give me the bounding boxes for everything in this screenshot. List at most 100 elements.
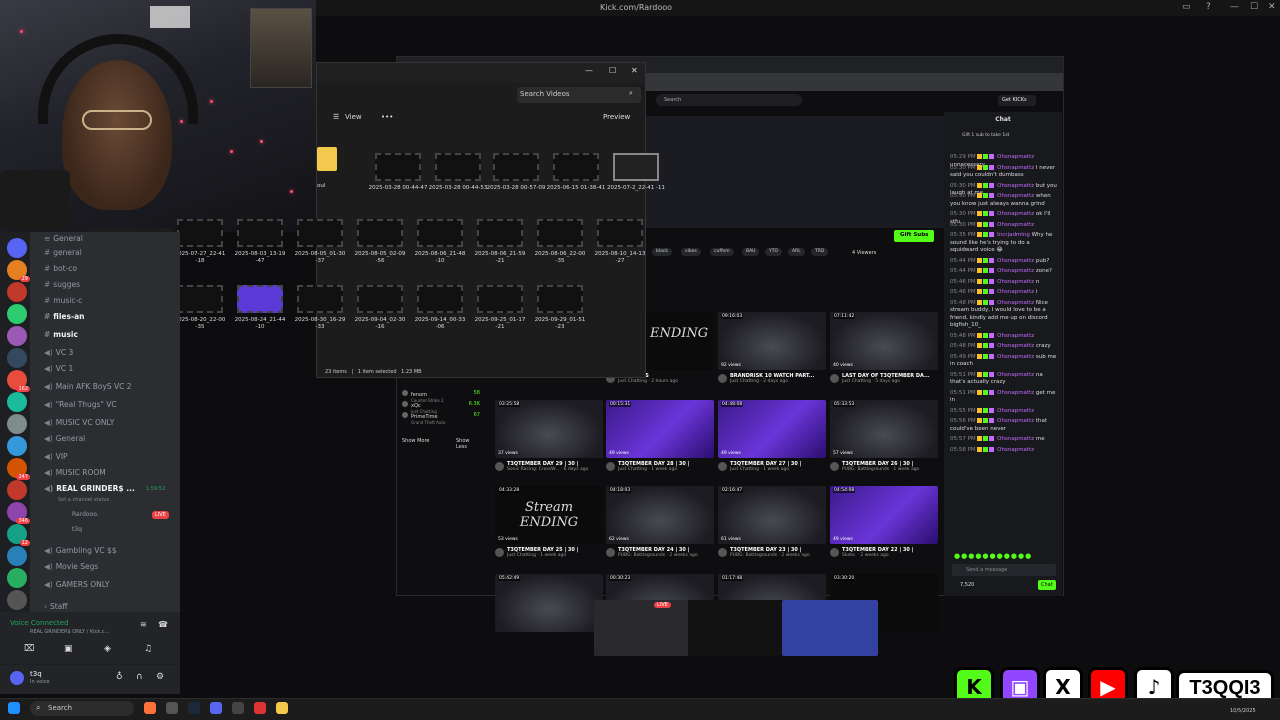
file-thumbnail[interactable] xyxy=(435,153,481,181)
file-thumbnail[interactable] xyxy=(477,285,523,313)
stream-tag[interactable]: TRD xyxy=(811,248,829,256)
chat-username[interactable]: Ohsnapmattz xyxy=(995,372,1034,378)
vod-thumbnail[interactable]: 04:18:03 62 views xyxy=(606,486,714,544)
server-icon[interactable] xyxy=(7,282,27,302)
file-thumbnail[interactable] xyxy=(297,219,343,247)
stream-tag[interactable]: vibes xyxy=(681,248,701,256)
sidebar-channel[interactable]: PrimeTime 67 Grand Theft Auto xyxy=(402,412,482,425)
vod-card[interactable]: 05:33:53 57 views T3QTEMBER DAY 26 | 30 | P… xyxy=(830,400,938,472)
server-icon[interactable] xyxy=(7,568,27,588)
vod-thumbnail[interactable]: 03:25:58 37 views xyxy=(495,400,603,458)
file-thumbnail[interactable] xyxy=(417,219,463,247)
server-icon[interactable] xyxy=(7,348,27,368)
chat-username[interactable]: Incrjadming xyxy=(995,232,1030,238)
channel-music-vc-only[interactable]: ◀) MUSIC VC ONLY xyxy=(44,418,114,427)
minimize-icon[interactable]: — xyxy=(1230,2,1239,12)
windows-start-icon[interactable] xyxy=(8,702,20,714)
cast-icon[interactable]: ▭ xyxy=(1182,2,1191,12)
preview-thumbnail-2[interactable] xyxy=(688,600,784,656)
chat-send-button[interactable]: Chat xyxy=(1038,580,1056,590)
vod-thumbnail[interactable]: 02:16:47 61 views xyxy=(718,486,826,544)
channel-general[interactable]: ≡ General xyxy=(44,234,83,243)
vod-card[interactable]: 02:16:47 61 views T3QTEMBER DAY 23 | 30 | P… xyxy=(718,486,826,558)
channel-sugges[interactable]: # sugges xyxy=(44,280,80,289)
avatar[interactable] xyxy=(10,671,24,685)
gift-subs-button[interactable]: Gift Subs xyxy=(894,230,934,242)
chat-username[interactable]: Ohsnapmattz xyxy=(995,154,1034,160)
file-thumbnail[interactable] xyxy=(477,219,523,247)
chat-username[interactable]: Ohsnapmattz xyxy=(995,268,1034,274)
explorer-minimize-icon[interactable]: — xyxy=(585,66,593,75)
activity-icon[interactable]: ◈ xyxy=(104,644,111,654)
firefox-icon[interactable] xyxy=(144,702,156,714)
channel-real-thugs-vc[interactable]: ◀) "Real Thugs" VC xyxy=(44,400,117,409)
chat-username[interactable]: Ohsnapmattz xyxy=(995,300,1034,306)
file-thumbnail[interactable] xyxy=(537,285,583,313)
stream-tag[interactable]: cuffem xyxy=(710,248,734,256)
vod-thumbnail[interactable]: 05:33:53 57 views xyxy=(830,400,938,458)
chat-username[interactable]: Ohsnapmattz xyxy=(995,183,1034,189)
chat-username[interactable]: Ohsnapmattz xyxy=(995,193,1034,199)
channel-staff[interactable]: › Staff xyxy=(44,602,67,611)
channel-gambling-vc[interactable]: ◀) Gambling VC $$ xyxy=(44,546,117,555)
file-thumbnail[interactable] xyxy=(613,153,659,181)
stream-tag[interactable]: BAU xyxy=(742,248,760,256)
file-thumbnail[interactable] xyxy=(237,219,283,247)
server-icon[interactable]: 29 xyxy=(7,260,30,282)
chat-username[interactable]: Ohsnapmattz xyxy=(995,279,1034,285)
username[interactable]: t3q xyxy=(30,670,42,678)
server-icon[interactable] xyxy=(7,392,27,412)
file-thumbnail[interactable] xyxy=(553,153,599,181)
chat-username[interactable]: Ohsnapmattz xyxy=(995,418,1034,424)
preview-thumbnail-1[interactable] xyxy=(594,600,690,656)
noise-suppression-icon[interactable]: ≋ xyxy=(140,620,147,629)
file-thumbnail[interactable] xyxy=(357,285,403,313)
view-icon[interactable]: ☰ xyxy=(333,113,339,121)
file-thumbnail[interactable] xyxy=(357,219,403,247)
stream-tag[interactable]: ARL xyxy=(788,248,805,256)
disconnect-icon[interactable]: ☎ xyxy=(158,620,168,629)
server-icon[interactable]: 247 xyxy=(7,458,30,480)
chat-username[interactable]: Ohsnapmattz xyxy=(995,211,1034,217)
explorer-search-input[interactable]: Search Videos xyxy=(517,87,641,103)
steam-icon[interactable] xyxy=(188,702,200,714)
server-icon[interactable] xyxy=(7,480,27,500)
preview-pane-toggle[interactable]: Preview xyxy=(603,113,630,121)
stream-tag[interactable]: YTO xyxy=(765,248,783,256)
vod-thumbnail[interactable]: 07:11:42 40 views xyxy=(830,312,938,370)
folder-icon[interactable] xyxy=(317,147,337,171)
server-icon[interactable] xyxy=(7,436,27,456)
file-thumbnail[interactable] xyxy=(417,285,463,313)
chrome-icon[interactable] xyxy=(254,702,266,714)
server-icon[interactable] xyxy=(7,304,27,324)
server-icon[interactable] xyxy=(7,546,27,566)
help-icon[interactable]: ? xyxy=(1206,2,1211,12)
obs-icon[interactable] xyxy=(232,702,244,714)
explorer-titlebar[interactable]: — ☐ ✕ xyxy=(317,63,645,83)
soundboard-icon[interactable]: ♫ xyxy=(144,644,152,654)
vod-card[interactable]: 04:54:08 49 views T3QTEMBER DAY 22 | 30 | S… xyxy=(830,486,938,558)
stream-tag[interactable]: black xyxy=(652,248,672,256)
vod-thumbnail[interactable]: 04:54:08 49 views xyxy=(830,486,938,544)
view-menu[interactable]: View xyxy=(345,113,362,121)
chat-username[interactable]: Ohsnapmattz xyxy=(995,436,1034,442)
chat-username[interactable]: Ohsnapmattz xyxy=(995,354,1034,360)
vod-card[interactable]: 05:42:49 xyxy=(495,574,603,632)
channel-vc-3[interactable]: ◀) VC 3 xyxy=(44,348,73,357)
vod-thumbnail[interactable]: 04:33:28 Stream ENDING 53 views xyxy=(495,486,603,544)
channel-general[interactable]: # general xyxy=(44,248,82,257)
taskview-icon[interactable] xyxy=(166,702,178,714)
kick-search-input[interactable]: Search xyxy=(656,94,802,106)
get-kicks-button[interactable]: Get KICKs xyxy=(998,95,1036,106)
chat-username[interactable]: Ohsnapmattz xyxy=(995,390,1034,396)
explorer-close-icon[interactable]: ✕ xyxy=(631,66,638,75)
file-thumbnail[interactable] xyxy=(375,153,421,181)
vod-card[interactable]: 04:33:28 Stream ENDING 53 views T3QTEMBER D… xyxy=(495,486,603,558)
chat-message-input[interactable]: Send a message xyxy=(952,564,1056,576)
chat-username[interactable]: Ohsnapmattz xyxy=(995,222,1034,228)
vod-card[interactable]: 04:18:03 62 views T3QTEMBER DAY 24 | 30 | P… xyxy=(606,486,714,558)
show-less-link[interactable]: Show Less xyxy=(456,438,482,450)
show-more-link[interactable]: Show More xyxy=(402,438,429,444)
file-thumbnail[interactable] xyxy=(237,285,283,313)
voice-connected-label[interactable]: Voice Connected xyxy=(10,619,69,627)
